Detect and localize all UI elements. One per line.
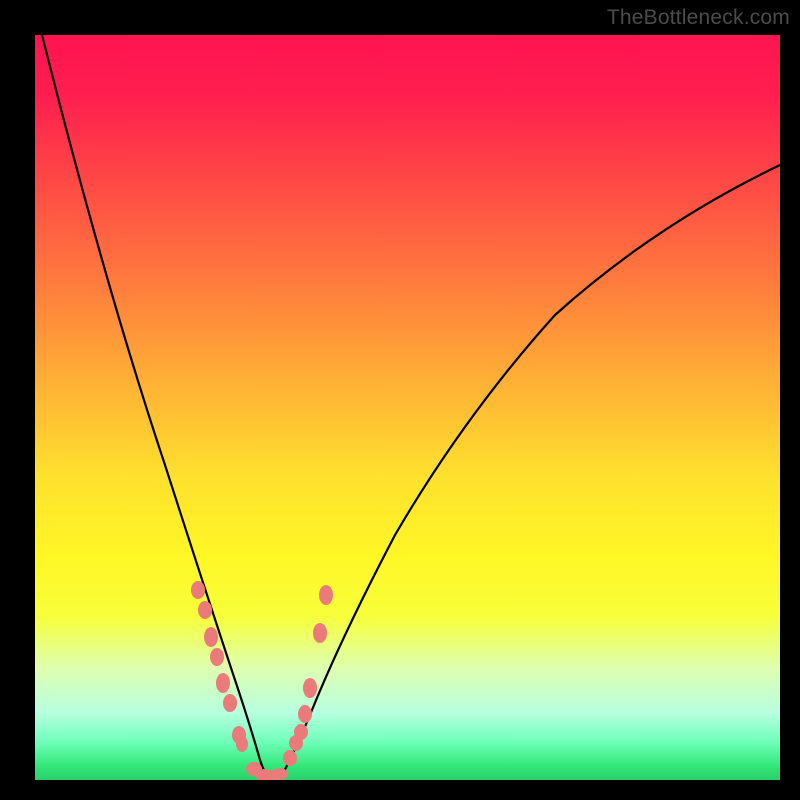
plot-area <box>35 35 780 780</box>
chart-frame: TheBottleneck.com <box>0 0 800 800</box>
left-branch-path <box>42 35 270 779</box>
data-points-group <box>191 581 333 780</box>
right-branch-path <box>280 165 780 779</box>
curve-layer <box>35 35 780 780</box>
watermark-text: TheBottleneck.com <box>607 6 790 30</box>
